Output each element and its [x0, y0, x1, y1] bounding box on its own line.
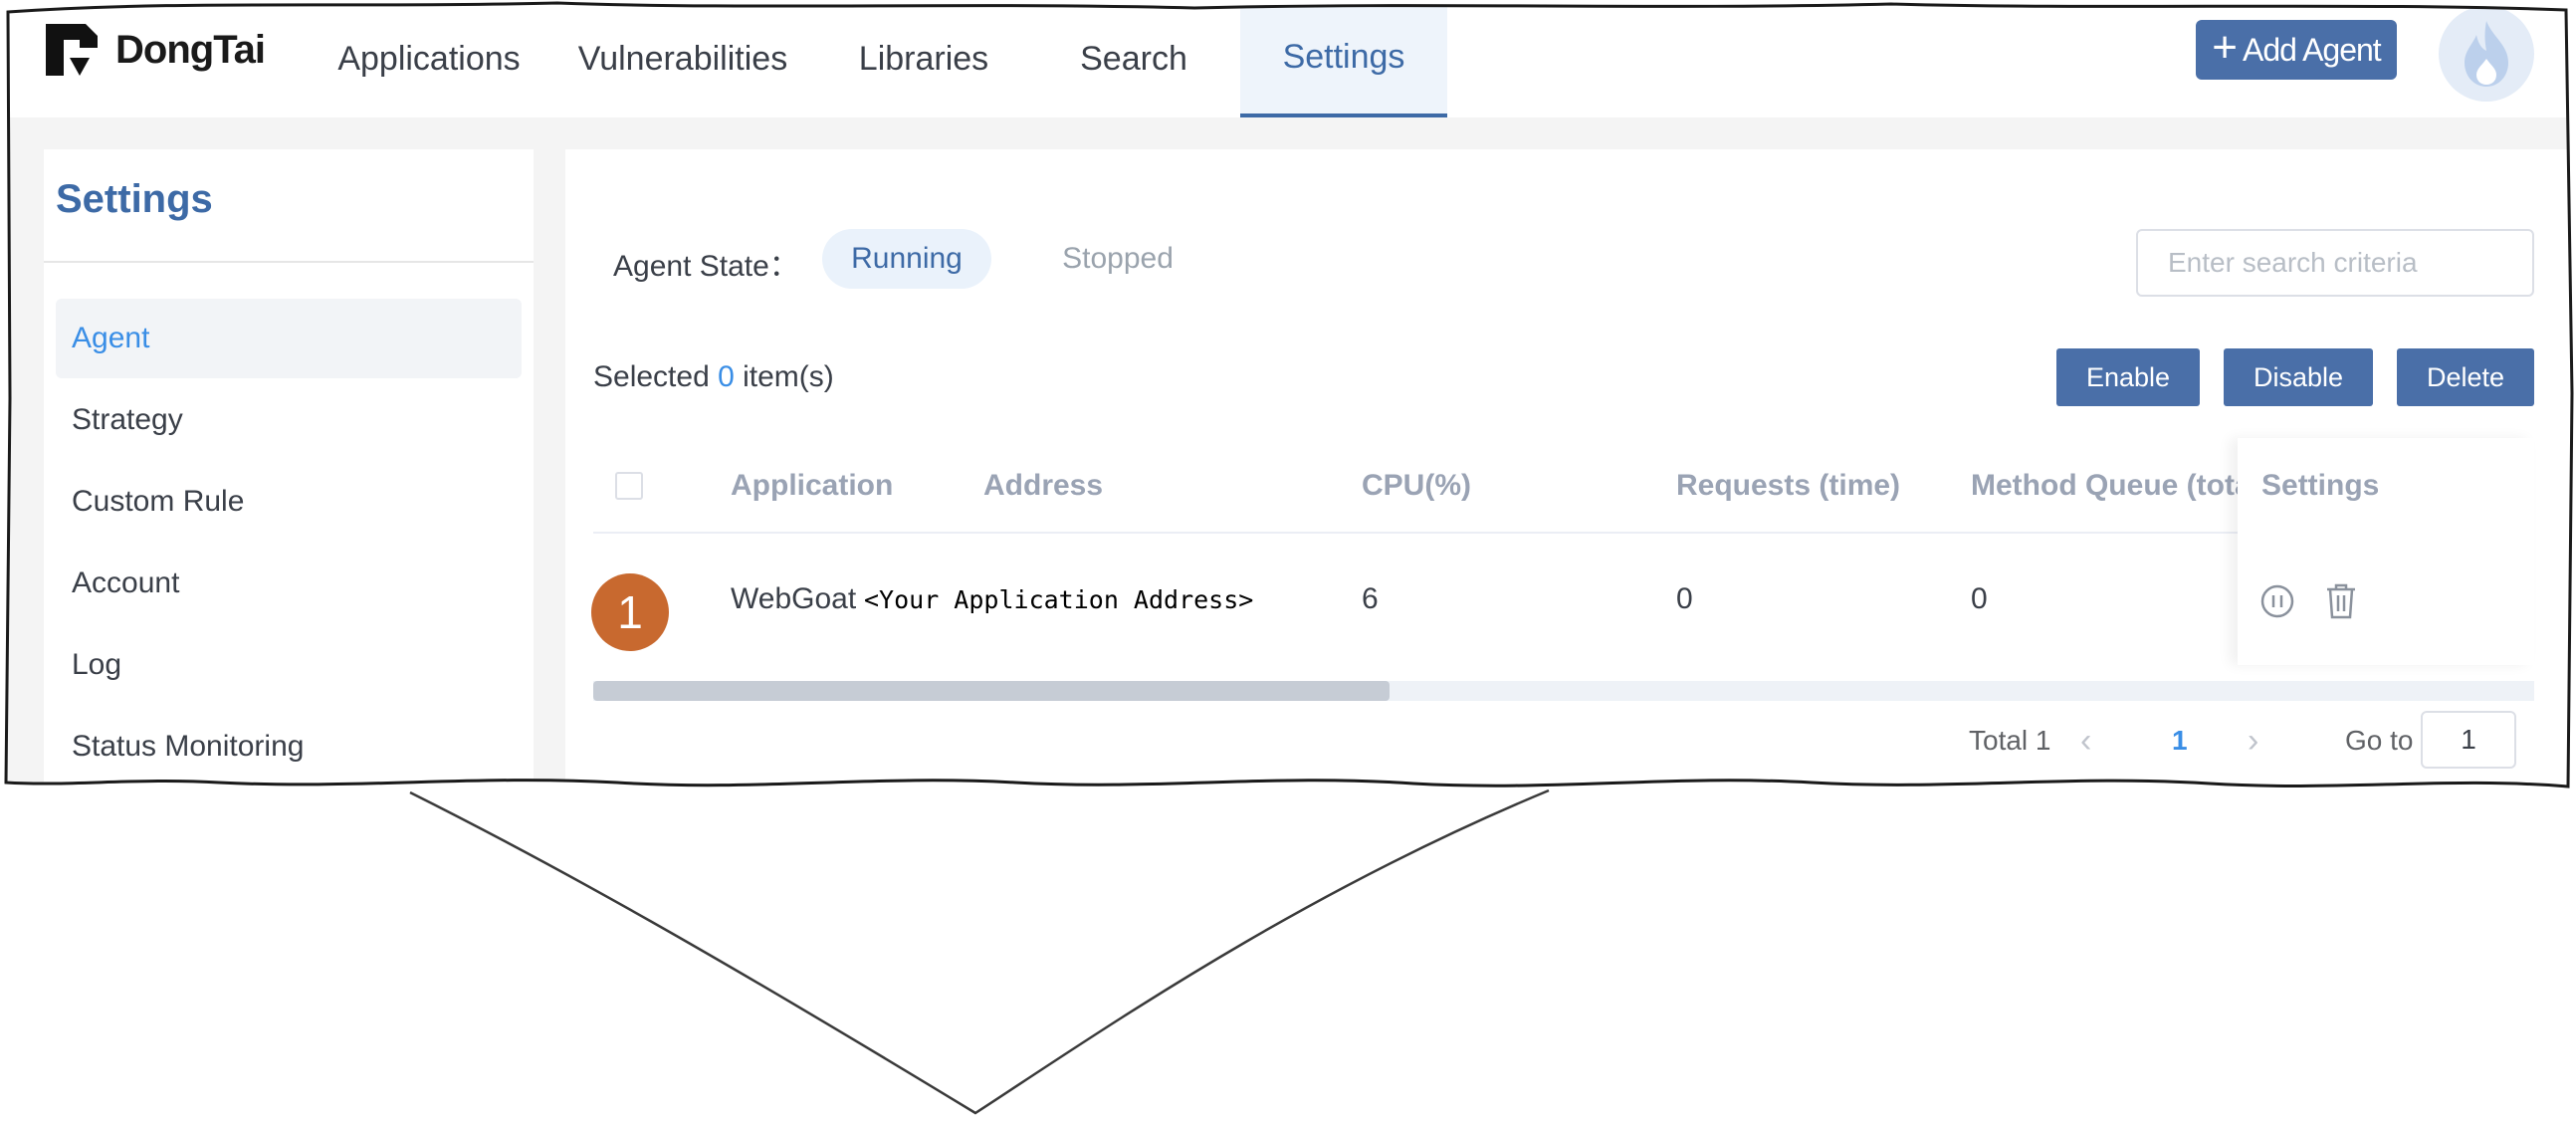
sidebar-item-log[interactable]: Log [56, 625, 522, 705]
horizontal-scrollbar[interactable] [593, 681, 2534, 701]
prev-page-icon[interactable]: ‹ [2080, 711, 2091, 771]
pagination-total: Total 1 [1969, 725, 2051, 756]
nav-vulnerabilities[interactable]: Vulnerabilities [567, 0, 798, 117]
column-settings: Settings [2261, 469, 2380, 502]
nav-search[interactable]: Search [1055, 0, 1212, 117]
cell-requests: 0 [1676, 582, 1693, 615]
trash-icon[interactable] [2323, 581, 2359, 621]
settings-column: Settings [2238, 438, 2534, 665]
pause-icon[interactable] [2259, 583, 2295, 619]
sidebar-item-status-monitoring[interactable]: Status Monitoring [56, 707, 522, 786]
goto-page-input[interactable] [2421, 711, 2516, 769]
sidebar-item-agent[interactable]: Agent [56, 299, 522, 378]
nav-applications[interactable]: Applications [317, 0, 541, 117]
sidebar-divider [44, 261, 534, 263]
search-input[interactable] [2136, 229, 2534, 297]
column-cpu: CPU(%) [1362, 469, 1471, 502]
top-navbar: DongTai Applications Vulnerabilities Lib… [0, 0, 2576, 117]
filter-running-tab[interactable]: Running [822, 229, 991, 289]
selected-count-text: Selected 0 item(s) [593, 360, 834, 394]
sidebar-item-strategy[interactable]: Strategy [56, 380, 522, 460]
cell-method-queue: 0 [1971, 582, 1988, 615]
add-agent-button[interactable]: + Add Agent [2196, 20, 2397, 80]
settings-sidebar: Settings Agent Strategy Custom Rule Acco… [44, 149, 534, 796]
next-page-icon[interactable]: › [2248, 711, 2258, 771]
cell-cpu: 6 [1362, 582, 1379, 615]
brand-logo[interactable]: DongTai [40, 18, 265, 82]
plus-icon: + [2212, 23, 2237, 72]
sidebar-title: Settings [56, 177, 213, 221]
sidebar-item-custom-rule[interactable]: Custom Rule [56, 462, 522, 542]
step-badge: 1 [591, 573, 669, 651]
callout-figure: DongTai Applications Vulnerabilities Lib… [0, 0, 2576, 1123]
flame-icon [2457, 19, 2516, 89]
column-requests: Requests (time) [1676, 469, 1901, 502]
screenshot-crop: DongTai Applications Vulnerabilities Lib… [0, 0, 2576, 796]
user-avatar[interactable] [2439, 6, 2534, 102]
column-method-queue: Method Queue (tota [1971, 469, 2252, 502]
sidebar-item-account[interactable]: Account [56, 544, 522, 623]
dongtai-logo-icon [40, 18, 104, 82]
select-all-checkbox[interactable] [615, 472, 643, 500]
app-screen: DongTai Applications Vulnerabilities Lib… [0, 0, 2576, 796]
selected-prefix: Selected [593, 360, 710, 393]
pagination-goto-label: Go to [2345, 725, 2414, 756]
selected-count: 0 [718, 360, 735, 393]
cell-address: <Your Application Address> [864, 584, 1254, 614]
disable-button[interactable]: Disable [2224, 348, 2373, 406]
scrollbar-thumb[interactable] [593, 681, 1390, 701]
filter-stopped-tab[interactable]: Stopped [1033, 229, 1202, 289]
agent-panel: Agent State： Running Stopped Selected 0 … [565, 149, 2576, 796]
enable-button[interactable]: Enable [2056, 348, 2200, 406]
delete-button[interactable]: Delete [2397, 348, 2534, 406]
add-agent-label: Add Agent [2243, 31, 2381, 68]
brand-name: DongTai [115, 27, 266, 72]
agent-state-label: Agent State： [613, 250, 799, 283]
cell-application: WebGoat [731, 582, 857, 615]
nav-settings[interactable]: Settings [1240, 0, 1447, 117]
nav-libraries[interactable]: Libraries [836, 0, 1011, 117]
column-application: Application [731, 469, 894, 502]
column-address: Address [983, 469, 1104, 502]
selected-suffix: item(s) [743, 360, 834, 393]
pagination-current-page[interactable]: 1 [2172, 711, 2188, 771]
